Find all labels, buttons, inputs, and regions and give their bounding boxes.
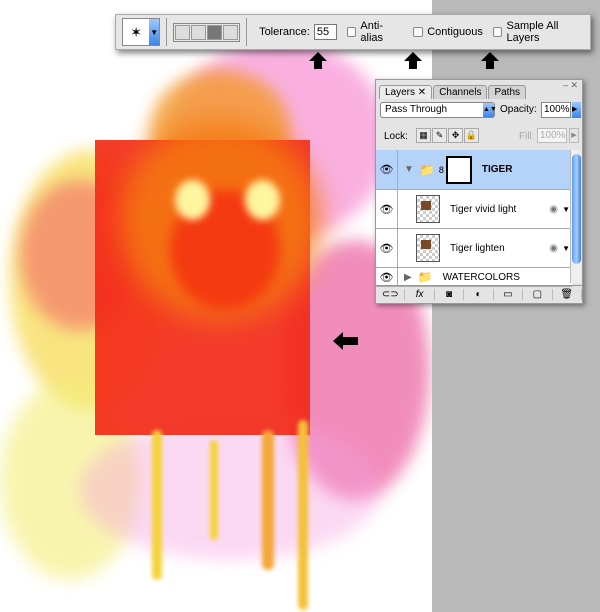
lock-transparency-icon[interactable]: ▦ <box>416 128 431 143</box>
layers-panel: – ✕ Layers ✕ Channels Paths Pass Through… <box>375 79 583 304</box>
chevron-down-icon[interactable]: ▼ <box>562 205 570 214</box>
opacity-input[interactable]: 100% <box>541 102 571 118</box>
anti-alias-label: Anti-alias <box>360 20 384 44</box>
layer-name: Tiger lighten <box>450 242 505 254</box>
layer-name: TIGER <box>481 164 513 175</box>
layer-thumbnail <box>416 195 440 223</box>
tolerance-label: Tolerance: <box>259 26 310 38</box>
new-group-icon[interactable]: ▭ <box>494 289 524 300</box>
add-to-selection-icon[interactable] <box>191 24 207 40</box>
intersect-selection-icon[interactable] <box>223 24 239 40</box>
new-selection-icon[interactable] <box>175 24 191 40</box>
tolerance-input[interactable]: 55 <box>313 24 337 40</box>
sample-all-layers-checkbox[interactable]: Sample All Layers <box>492 20 590 44</box>
contiguous-label: Contiguous <box>427 26 483 38</box>
folder-icon: 📁 <box>419 162 435 177</box>
link-icon[interactable]: 8 <box>439 165 444 175</box>
expand-triangle-icon[interactable]: ▼ <box>404 164 414 175</box>
tab-paths[interactable]: Paths <box>488 85 527 99</box>
eye-icon[interactable]: 👁 <box>376 229 398 267</box>
fill-label: Fill: <box>519 131 535 142</box>
scrollbar-thumb[interactable] <box>572 154 581 264</box>
opacity-slider-button[interactable]: ▶ <box>572 102 581 118</box>
magic-wand-icon: ✶ <box>130 23 142 40</box>
lock-label: Lock: <box>384 131 408 142</box>
layer-name: Tiger vivid light <box>450 203 517 215</box>
layer-thumbnail <box>416 234 440 262</box>
smart-filter-icon[interactable]: ◉ <box>549 204 558 215</box>
subtract-from-selection-icon[interactable] <box>207 24 223 40</box>
anti-alias-checkbox[interactable]: Anti-alias <box>346 20 403 44</box>
divider <box>246 18 248 46</box>
opacity-label: Opacity: <box>500 104 537 115</box>
chevron-down-icon[interactable]: ▼ <box>562 244 570 253</box>
divider <box>166 18 168 46</box>
eye-icon[interactable]: 👁 <box>376 150 398 189</box>
adjustment-layer-icon[interactable]: ◐ <box>464 289 494 300</box>
document-canvas[interactable] <box>0 0 432 612</box>
tool-preset-picker[interactable]: ✶ ▼ <box>122 18 161 46</box>
close-icon[interactable]: – ✕ <box>563 80 578 91</box>
eye-icon[interactable]: 👁 <box>376 190 398 228</box>
selection-mode-group <box>173 22 241 42</box>
sample-all-layers-label: Sample All Layers <box>506 20 559 44</box>
link-layers-icon[interactable]: ⊂⊃ <box>376 289 406 300</box>
layer-row-tiger-lighten[interactable]: 👁 Tiger lighten ◉ ▼ <box>376 229 572 268</box>
layer-row-tiger[interactable]: 👁 ▼ 📁 8 TIGER <box>376 150 572 190</box>
lock-all-icon[interactable]: 🔒 <box>464 128 479 143</box>
lock-move-icon[interactable]: ✥ <box>448 128 463 143</box>
layer-name: WATERCOLORS <box>442 271 520 283</box>
eye-icon[interactable]: 👁 <box>376 268 398 286</box>
fx-icon[interactable]: fx <box>405 289 435 300</box>
lock-brush-icon[interactable]: ✎ <box>432 128 447 143</box>
trash-icon[interactable]: 🗑 <box>553 289 582 300</box>
layer-row-tiger-vivid-light[interactable]: 👁 Tiger vivid light ◉ ▼ <box>376 190 572 229</box>
chevron-down-icon: ▼ <box>149 19 160 45</box>
layer-mask-thumbnail[interactable] <box>445 155 472 184</box>
folder-icon: 📁 <box>417 270 433 284</box>
options-bar: ✶ ▼ Tolerance: 55 Anti-alias Contiguous … <box>115 14 591 50</box>
fill-input[interactable]: 100% <box>537 128 567 143</box>
contiguous-checkbox[interactable]: Contiguous <box>413 26 483 38</box>
new-layer-icon[interactable]: ▢ <box>523 289 553 300</box>
add-mask-icon[interactable]: ◙ <box>435 289 465 300</box>
tab-channels[interactable]: Channels <box>433 85 488 99</box>
tab-layers[interactable]: Layers ✕ <box>379 85 433 99</box>
expand-triangle-icon[interactable]: ▶ <box>404 272 412 283</box>
layers-scrollbar[interactable] <box>570 150 581 283</box>
smart-filter-icon[interactable]: ◉ <box>549 243 558 254</box>
chevron-updown-icon: ▲▼ <box>483 103 497 117</box>
fill-slider-button[interactable]: ▶ <box>569 128 579 143</box>
blend-mode-select[interactable]: Pass Through ▲▼ <box>380 102 497 118</box>
